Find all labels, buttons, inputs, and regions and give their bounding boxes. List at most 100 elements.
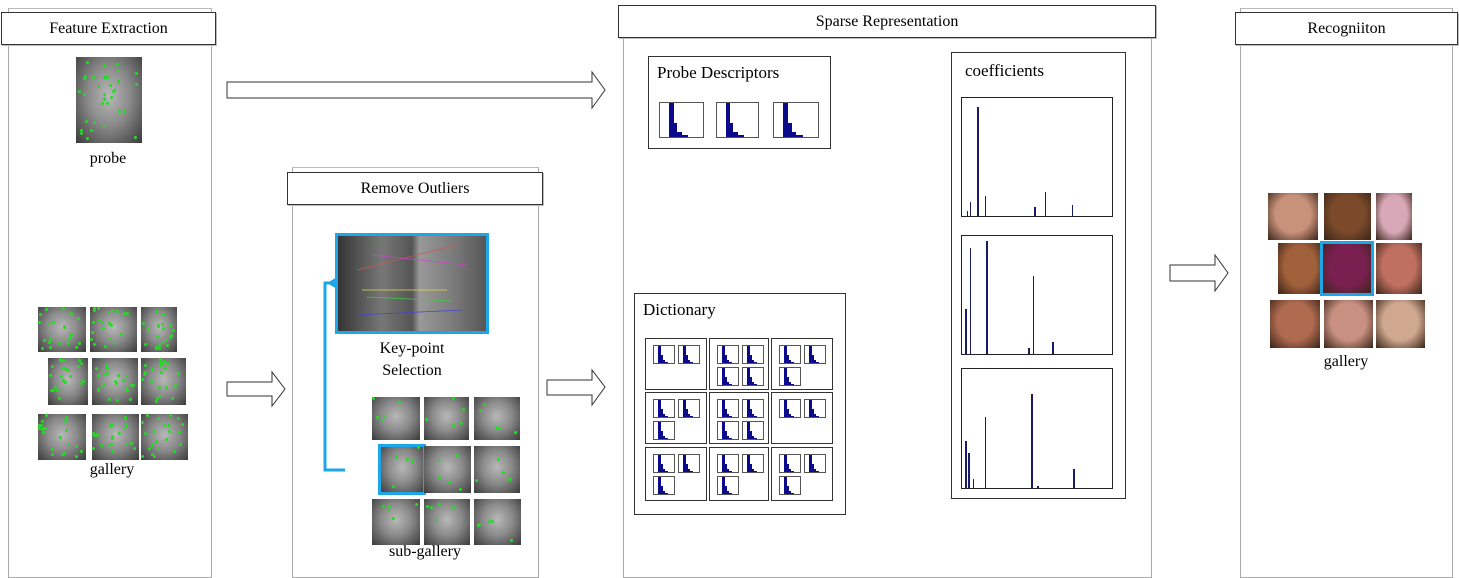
keypoint-dot xyxy=(62,359,65,362)
keypoint-dot xyxy=(52,389,55,392)
histogram-bar xyxy=(680,135,689,137)
recognition-gallery-label: gallery xyxy=(1323,353,1369,370)
keypoint-dot xyxy=(395,456,398,459)
recognition-face-thumbnail xyxy=(1376,300,1425,348)
coefficient-spike xyxy=(1071,205,1073,216)
keypoint-dot xyxy=(165,386,168,389)
keypoint-dot xyxy=(109,425,112,428)
coefficient-spike xyxy=(986,240,988,354)
histogram-thumbnail xyxy=(678,345,700,364)
coefficient-spike xyxy=(966,211,968,216)
keypoint-dot xyxy=(108,398,111,401)
keypoint-dot xyxy=(69,375,72,378)
recognition-face-thumbnail xyxy=(1324,300,1373,348)
keypoint-dot xyxy=(166,344,169,347)
histogram-bar xyxy=(790,416,795,417)
keypoint-dot xyxy=(111,437,114,440)
keypoint-dot xyxy=(38,321,41,324)
keypoint-dot xyxy=(62,307,65,310)
histogram-thumbnail xyxy=(779,399,801,418)
keypoint-dot xyxy=(161,341,164,344)
keypoint-dot xyxy=(80,382,83,385)
keypoint-dot xyxy=(452,424,455,427)
face-thumbnail xyxy=(48,358,88,405)
keypoint-dot xyxy=(109,337,112,340)
keypoint-dot xyxy=(448,481,451,484)
histogram-thumbnail xyxy=(716,102,759,138)
keypoint-dot xyxy=(141,421,144,424)
keypoint-dot xyxy=(181,423,184,426)
keypoint-dot xyxy=(129,398,132,401)
keypoint-dot xyxy=(172,329,175,332)
keypoint-dot xyxy=(114,380,117,383)
keypoint-dot xyxy=(110,443,113,446)
keypoint-dot xyxy=(382,505,385,508)
keypoint-dot xyxy=(178,431,181,434)
keypoint-dot xyxy=(383,415,386,418)
coefficient-spike xyxy=(972,478,974,488)
keypoint-dot xyxy=(167,424,170,427)
histogram-bar xyxy=(728,493,733,494)
keypoint-dot xyxy=(438,503,441,506)
keypoint-dot xyxy=(65,416,68,419)
keypoint-dot xyxy=(483,403,486,406)
keypoint-dot xyxy=(430,506,433,509)
keypoint-dot xyxy=(42,431,45,434)
selection-arrow xyxy=(323,277,345,472)
keypoint-dot xyxy=(97,307,100,310)
keypoint-dot xyxy=(398,401,401,404)
keypoint-dot xyxy=(77,365,80,368)
keypoint-dot xyxy=(381,419,384,422)
face-thumbnail xyxy=(141,358,186,405)
histogram-thumbnail xyxy=(653,421,675,440)
keypoint-dot xyxy=(475,479,478,482)
coefficient-spike xyxy=(1037,485,1039,488)
keypoint-dot xyxy=(123,312,126,315)
keypoint-dot xyxy=(144,371,147,374)
keypoint-dot xyxy=(125,375,128,378)
keypoint-dot xyxy=(415,503,418,506)
keypoint-dot xyxy=(125,443,128,446)
histogram-bar xyxy=(664,493,669,494)
keypoint-dot xyxy=(56,389,59,392)
keypoint-dot xyxy=(58,342,61,345)
keypoint-dot xyxy=(177,417,180,420)
coefficient-plot xyxy=(961,235,1113,355)
histogram-bar xyxy=(689,471,694,472)
keypoint-dot xyxy=(387,509,390,512)
arrow-probe-to-sparse xyxy=(226,70,606,110)
histogram-bar xyxy=(689,416,694,417)
keypoint-dot xyxy=(497,458,500,461)
histogram-thumbnail xyxy=(659,102,704,138)
face-thumbnail xyxy=(372,397,420,440)
keypoint-dot xyxy=(113,341,116,344)
keypoint-dot xyxy=(106,372,109,375)
keypoint-dot xyxy=(165,339,168,342)
histogram-bar xyxy=(728,384,733,385)
coefficient-spike xyxy=(1031,393,1033,488)
keypoint-dot xyxy=(92,447,95,450)
keypoint-dot xyxy=(111,309,114,312)
keypoint-dot xyxy=(477,524,480,527)
keypoint-dot xyxy=(417,446,420,449)
histogram-bar xyxy=(815,416,820,417)
keypoint-dot xyxy=(392,485,395,488)
face-thumbnail xyxy=(424,499,470,545)
keypoint-dot xyxy=(63,326,66,329)
keypoint-dot xyxy=(510,539,513,542)
remove-outliers-title: Remove Outliers xyxy=(287,172,543,205)
histogram-thumbnail xyxy=(678,454,700,473)
histogram-bar xyxy=(728,438,733,439)
histogram-bar xyxy=(753,384,758,385)
keypoint-dot xyxy=(98,319,101,322)
keypoint-dot xyxy=(159,395,162,398)
coefficient-spike xyxy=(1032,276,1034,354)
coefficient-spike xyxy=(1028,348,1030,354)
keypoint-dot xyxy=(169,414,172,417)
keypoint-dot xyxy=(153,430,156,433)
face-thumbnail xyxy=(141,307,177,352)
keypoint-dot xyxy=(141,378,144,381)
recognition-face-thumbnail xyxy=(1324,193,1371,240)
keypoint-dot xyxy=(142,322,145,325)
coefficient-spike xyxy=(969,247,971,354)
